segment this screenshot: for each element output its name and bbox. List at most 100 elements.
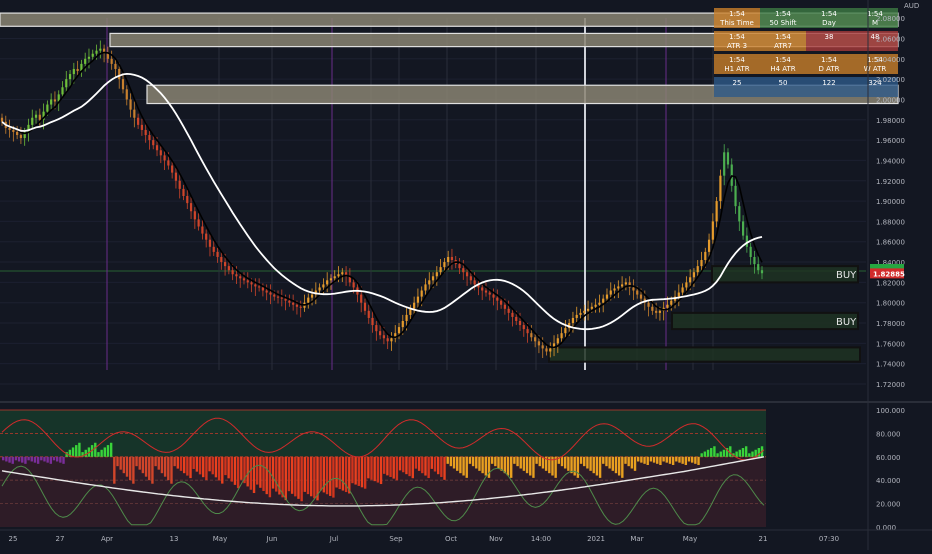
candle-body xyxy=(216,251,219,257)
osc-histogram-bar xyxy=(497,456,500,469)
osc-histogram-bar xyxy=(176,456,180,469)
osc-histogram-bar xyxy=(700,453,703,457)
osc-histogram-bar xyxy=(684,456,688,465)
time-tick-label: 2021 xyxy=(587,535,605,543)
osc-histogram-bar xyxy=(192,456,195,469)
price-chart[interactable]: BUY BUY 1:54 This Time 1:54 50 Shift 1:54 Day 1… xyxy=(0,0,932,550)
candle-body xyxy=(367,310,370,318)
candle-body xyxy=(658,310,662,313)
osc-histogram-bar xyxy=(290,456,294,494)
osc-histogram-bar xyxy=(370,456,373,480)
candle-body xyxy=(605,294,609,299)
osc-histogram-bar xyxy=(173,456,176,467)
osc-histogram-bar xyxy=(436,456,440,475)
price-tick-label: 1.76000 xyxy=(876,340,905,348)
candle-body xyxy=(333,276,336,279)
price-tick-label: 1.94000 xyxy=(876,157,905,165)
osc-histogram-bar xyxy=(535,456,538,464)
candle-body xyxy=(613,288,616,291)
osc-histogram-bar xyxy=(592,456,595,474)
candle-body xyxy=(12,129,15,132)
candle-body xyxy=(689,277,692,283)
candle-body xyxy=(329,278,333,281)
candle-body xyxy=(84,58,87,64)
time-tick-label: May xyxy=(683,535,697,543)
osc-histogram-bar xyxy=(440,456,443,477)
osc-histogram-bar xyxy=(456,456,459,471)
candle-body xyxy=(620,284,624,287)
candle-body xyxy=(19,135,23,139)
candle-body xyxy=(413,302,416,309)
candle-body xyxy=(231,270,234,275)
osc-histogram-bar xyxy=(465,456,468,478)
osc-histogram-bar xyxy=(643,456,646,464)
candle-body xyxy=(617,286,620,289)
candle-body xyxy=(443,262,446,268)
price-tick-label: 1.78000 xyxy=(876,320,905,328)
osc-histogram-bar xyxy=(430,456,434,469)
candle-body xyxy=(76,68,79,72)
osc-histogram-bar xyxy=(211,456,214,475)
candle-body xyxy=(31,117,34,125)
table-cell-label: H1 ATR xyxy=(724,65,749,73)
osc-histogram-bar xyxy=(633,456,637,471)
osc-tick-label: 60.000 xyxy=(876,454,901,462)
osc-histogram-bar xyxy=(284,456,287,501)
osc-histogram-bar xyxy=(424,456,427,476)
osc-histogram-bar xyxy=(287,456,291,492)
osc-histogram-bar xyxy=(103,447,106,457)
osc-histogram-bar xyxy=(157,456,160,470)
chart-canvas[interactable]: BUYBUY 1:54This Time1:5450 Shift1:54Day1… xyxy=(0,0,932,550)
osc-histogram-bar xyxy=(246,456,249,487)
osc-histogram-bar xyxy=(309,456,313,497)
zone-label: BUY xyxy=(836,270,857,281)
candle-body xyxy=(186,196,189,204)
osc-histogram-bar xyxy=(506,456,510,476)
candle-body xyxy=(212,246,215,252)
candle-body xyxy=(371,317,374,326)
time-tick-label: Apr xyxy=(101,535,113,543)
osc-histogram-bar xyxy=(532,456,535,478)
price-tick-label: 1.96000 xyxy=(876,137,905,145)
candle-body xyxy=(390,338,393,342)
osc-histogram-bar xyxy=(408,456,411,477)
osc-histogram-bar xyxy=(46,456,49,463)
osc-histogram-bar xyxy=(459,456,462,474)
osc-histogram-bar xyxy=(640,456,643,463)
osc-histogram-bar xyxy=(217,456,221,481)
osc-histogram-bar xyxy=(751,451,754,457)
osc-histogram-bar xyxy=(583,456,586,467)
osc-histogram-bar xyxy=(109,442,113,457)
osc-histogram-bar xyxy=(97,452,100,457)
candle-body xyxy=(639,294,643,299)
osc-histogram-bar xyxy=(59,456,62,463)
candle-body xyxy=(700,260,703,267)
osc-histogram-bar xyxy=(43,456,46,462)
candle-body xyxy=(235,274,238,277)
osc-histogram-bar xyxy=(11,456,14,464)
candle-body xyxy=(598,302,601,305)
osc-tick-label: 80.000 xyxy=(876,430,901,438)
candle-body xyxy=(711,221,714,240)
candle-body xyxy=(8,127,11,130)
candle-body xyxy=(46,104,49,112)
osc-histogram-bar xyxy=(494,456,497,467)
osc-histogram-bar xyxy=(275,456,278,492)
candle-body xyxy=(405,314,408,321)
candle-body xyxy=(197,219,200,227)
price-tick-label: 1.74000 xyxy=(876,361,905,369)
time-tick-label: 25 xyxy=(9,535,18,543)
osc-histogram-bar xyxy=(338,456,341,490)
osc-histogram-bar xyxy=(595,456,599,476)
price-tick-label: 2.04000 xyxy=(876,56,905,64)
osc-histogram-bar xyxy=(75,445,78,457)
osc-histogram-bar xyxy=(198,456,202,475)
table-cell-label: Day xyxy=(822,19,836,27)
candle-body xyxy=(503,304,506,309)
candle-body xyxy=(609,290,612,295)
osc-histogram-bar xyxy=(78,442,81,457)
osc-histogram-bar xyxy=(722,449,726,457)
osc-histogram-bar xyxy=(179,456,183,471)
osc-histogram-bar xyxy=(138,456,141,470)
candle-body xyxy=(159,150,162,156)
